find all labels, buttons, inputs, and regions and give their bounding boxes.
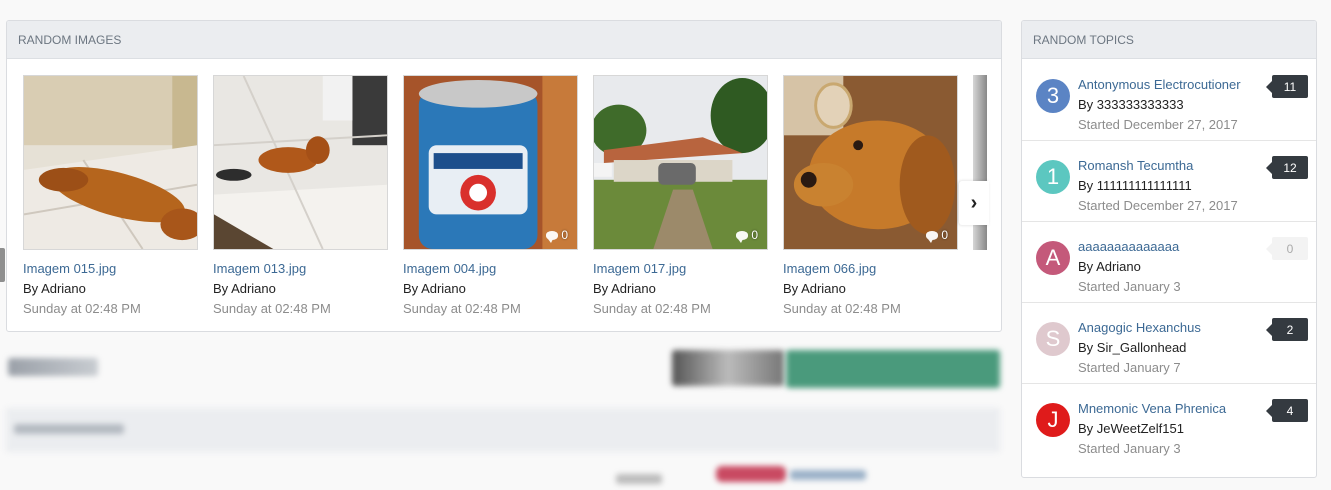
random-images-panel: Random Images Imagem 015.jpg By Adriano <box>6 20 1002 332</box>
random-topics-header: Random Topics <box>1022 21 1316 59</box>
reply-count-badge: 11 <box>1266 75 1308 98</box>
image-author[interactable]: By Adriano <box>593 281 768 298</box>
topic-date: Started January 3 <box>1078 441 1181 456</box>
image-card: 0 Imagem 004.jpg By Adriano Sunday at 02… <box>403 75 578 318</box>
random-topics-panel: Random Topics 3 Antonymous Electrocution… <box>1021 20 1317 478</box>
comment-count: 0 <box>736 228 758 243</box>
image-thumbnail[interactable] <box>23 75 198 250</box>
topic-title-link[interactable]: Mnemonic Vena Phrenica <box>1078 401 1226 416</box>
image-author[interactable]: By Adriano <box>783 281 958 298</box>
topic-list: 3 Antonymous Electrocutioner By 33333333… <box>1022 60 1316 477</box>
avatar[interactable]: J <box>1036 403 1070 437</box>
image-card: Imagem 013.jpg By Adriano Sunday at 02:4… <box>213 75 388 318</box>
chevron-right-icon: › <box>970 191 978 214</box>
blurred-label <box>14 424 124 434</box>
topic-item: 3 Antonymous Electrocutioner By 33333333… <box>1022 60 1316 141</box>
image-title-link[interactable]: Imagem 013.jpg <box>213 261 388 278</box>
image-title-link[interactable]: Imagem 015.jpg <box>23 261 198 278</box>
dog-photo-thumbnail <box>214 76 387 249</box>
blurred-text <box>616 474 662 484</box>
topic-title-link[interactable]: Anagogic Hexanchus <box>1078 320 1201 335</box>
blurred-accent-button <box>786 350 1000 388</box>
comment-icon <box>546 230 559 243</box>
image-date: Sunday at 02:48 PM <box>213 301 331 316</box>
image-thumbnail[interactable]: 0 <box>783 75 958 250</box>
topic-item: A aaaaaaaaaaaaaa By Adriano Started Janu… <box>1022 222 1316 303</box>
topic-author[interactable]: By JeWeetZelf151 <box>1078 421 1184 436</box>
image-title-link[interactable]: Imagem 004.jpg <box>403 261 578 278</box>
image-card: 0 Imagem 066.jpg By Adriano Sunday at 02… <box>783 75 958 318</box>
image-date: Sunday at 02:48 PM <box>593 301 711 316</box>
reply-count-badge: 0 <box>1266 237 1308 260</box>
comment-count: 0 <box>546 228 568 243</box>
image-author[interactable]: By Adriano <box>23 281 198 298</box>
blurred-link <box>790 470 866 480</box>
avatar[interactable]: A <box>1036 241 1070 275</box>
blurred-section-header <box>6 408 1000 452</box>
topic-author[interactable]: By Sir_Gallonhead <box>1078 340 1186 355</box>
topic-title-link[interactable]: Romansh Tecumtha <box>1078 158 1193 173</box>
carousel-next-button[interactable]: › <box>959 181 989 225</box>
side-handle[interactable] <box>0 248 5 282</box>
avatar[interactable]: S <box>1036 322 1070 356</box>
topic-title-link[interactable]: aaaaaaaaaaaaaa <box>1078 239 1179 254</box>
image-card: Imagem 015.jpg By Adriano Sunday at 02:4… <box>23 75 198 318</box>
topic-author[interactable]: By 111111111111111 <box>1078 178 1192 193</box>
topic-item: J Mnemonic Vena Phrenica By JeWeetZelf15… <box>1022 384 1316 465</box>
image-author[interactable]: By Adriano <box>403 281 578 298</box>
reply-count-badge: 12 <box>1266 156 1308 179</box>
avatar[interactable]: 3 <box>1036 79 1070 113</box>
topic-item: 1 Romansh Tecumtha By 111111111111111 St… <box>1022 141 1316 222</box>
avatar[interactable]: 1 <box>1036 160 1070 194</box>
topic-title-link[interactable]: Antonymous Electrocutioner <box>1078 77 1241 92</box>
reply-count-badge: 2 <box>1266 318 1308 341</box>
blurred-heading <box>8 358 98 376</box>
topic-author[interactable]: By Adriano <box>1078 259 1141 274</box>
image-title-link[interactable]: Imagem 017.jpg <box>593 261 768 278</box>
image-card: 0 Imagem 017.jpg By Adriano Sunday at 02… <box>593 75 768 318</box>
image-thumbnail[interactable] <box>213 75 388 250</box>
blurred-badge <box>716 466 786 482</box>
comment-icon <box>926 230 939 243</box>
image-author[interactable]: By Adriano <box>213 281 388 298</box>
reply-count-badge: 4 <box>1266 399 1308 422</box>
topic-date: Started January 3 <box>1078 279 1181 294</box>
blurred-button <box>672 350 784 386</box>
topic-date: Started January 7 <box>1078 360 1181 375</box>
topic-date: Started December 27, 2017 <box>1078 117 1238 132</box>
image-date: Sunday at 02:48 PM <box>403 301 521 316</box>
beer-can-photo-thumbnail <box>404 76 577 249</box>
image-thumbnail[interactable]: 0 <box>593 75 768 250</box>
dog-photo-thumbnail <box>24 76 197 249</box>
dog-closeup-photo-thumbnail <box>784 76 957 249</box>
image-title-link[interactable]: Imagem 066.jpg <box>783 261 958 278</box>
random-images-header: Random Images <box>7 21 1001 59</box>
house-photo-thumbnail <box>594 76 767 249</box>
image-thumbnail[interactable]: 0 <box>403 75 578 250</box>
image-date: Sunday at 02:48 PM <box>783 301 901 316</box>
image-carousel: Imagem 015.jpg By Adriano Sunday at 02:4… <box>23 75 987 320</box>
comment-count: 0 <box>926 228 948 243</box>
topic-author[interactable]: By 333333333333 <box>1078 97 1184 112</box>
comment-icon <box>736 230 749 243</box>
topic-date: Started December 27, 2017 <box>1078 198 1238 213</box>
image-date: Sunday at 02:48 PM <box>23 301 141 316</box>
topic-item: S Anagogic Hexanchus By Sir_Gallonhead S… <box>1022 303 1316 384</box>
